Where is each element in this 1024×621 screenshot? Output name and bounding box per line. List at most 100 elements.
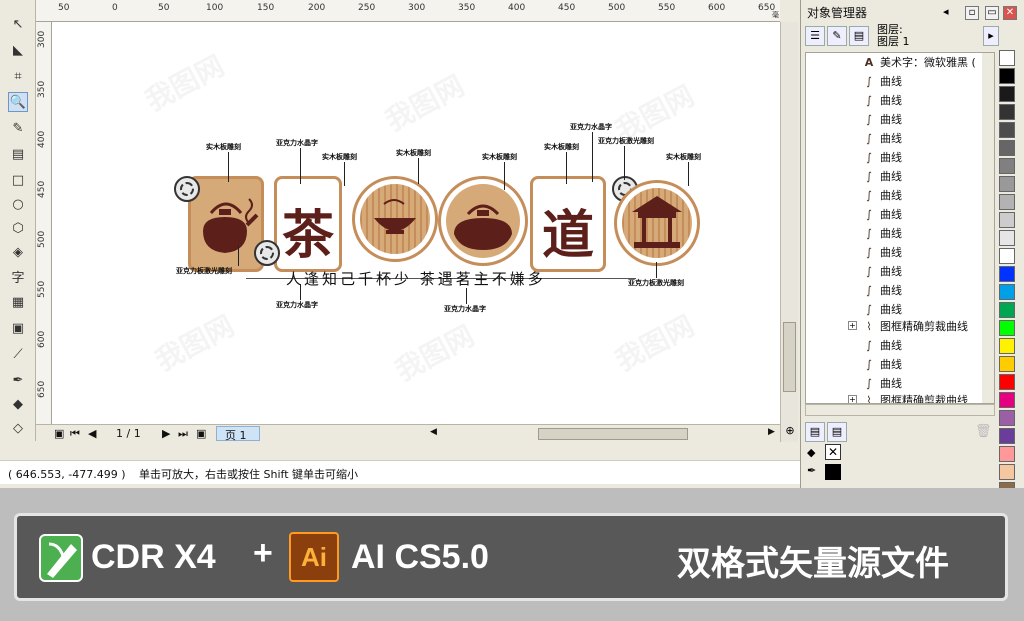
outline-color-swatch[interactable] — [825, 464, 841, 480]
interactive-fill-tool-icon[interactable]: ◇ — [8, 418, 28, 438]
palette-swatch[interactable] — [999, 320, 1015, 336]
tree-item-curve[interactable]: ∫ 曲线 — [862, 91, 902, 109]
palette-swatch[interactable] — [999, 86, 1015, 102]
zoom-tool-icon[interactable]: 🔍 — [8, 92, 28, 112]
eyedropper-tool-icon[interactable]: ⟋ — [8, 344, 28, 364]
text-tool-icon[interactable]: 字 — [8, 266, 28, 286]
palette-swatch[interactable] — [999, 68, 1015, 84]
palette-swatch[interactable] — [999, 212, 1015, 228]
expand-toggle-icon[interactable]: + — [848, 321, 857, 330]
palette-swatch[interactable] — [999, 104, 1015, 120]
next-page-icon[interactable]: ▶ — [162, 427, 170, 440]
object-tree[interactable]: A 美术字：微软雅黑 ( ∫ 曲线 ∫ 曲线 ∫ 曲线 ∫ 曲线 ∫ 曲线 ∫ 曲线 ∫ 曲线 … — [805, 52, 995, 404]
palette-swatch[interactable] — [999, 356, 1015, 372]
watermark: 我图网 — [389, 319, 480, 388]
canvas-vertical-scrollbar[interactable] — [780, 22, 798, 442]
palette-swatch[interactable] — [999, 50, 1015, 66]
annotation-label: 亚克力板激光雕刻 — [598, 137, 654, 145]
tree-item-curve[interactable]: ∫ 曲线 — [862, 129, 902, 147]
palette-swatch[interactable] — [999, 176, 1015, 192]
layer-manager-view-icon[interactable]: ▤ — [849, 26, 869, 46]
delete-icon[interactable]: 🗑 — [975, 424, 992, 439]
navigator-corner-icon[interactable]: ⊕ — [780, 424, 800, 442]
scroll-left-icon[interactable]: ◀ — [430, 427, 437, 437]
palette-swatch[interactable] — [999, 302, 1015, 318]
docker-menu-icon[interactable]: ▸ — [983, 26, 999, 46]
tree-item-curve[interactable]: ∫ 曲线 — [862, 110, 902, 128]
new-layer-icon[interactable]: ▤ — [805, 422, 825, 442]
tree-item-label: 曲线 — [880, 377, 902, 390]
tree-item-curve[interactable]: ∫ 曲线 — [862, 167, 902, 185]
tree-vertical-scrollbar[interactable] — [982, 53, 994, 403]
tree-item-curve[interactable]: ∫ 曲线 — [862, 243, 902, 261]
docker-footer: ▤ ▤ 🗑 ◆ ✕ ✒ — [801, 420, 1024, 486]
palette-swatch[interactable] — [999, 248, 1015, 264]
palette-swatch[interactable] — [999, 140, 1015, 156]
tree-item-curve[interactable]: ∫ 曲线 — [862, 355, 902, 373]
ellipse-tool-icon[interactable]: ○ — [8, 194, 28, 214]
palette-swatch[interactable] — [999, 266, 1015, 282]
add-page-icon[interactable]: ▣ — [196, 427, 206, 440]
edit-across-layers-icon[interactable]: ✎ — [827, 26, 847, 46]
tree-item-curve[interactable]: ∫ 曲线 — [862, 281, 902, 299]
crop-tool-icon[interactable]: ⌗ — [8, 66, 28, 86]
fill-tool-icon[interactable]: ◆ — [8, 394, 28, 414]
annotation-label: 实木板雕刻 — [666, 153, 701, 161]
palette-swatch[interactable] — [999, 122, 1015, 138]
tree-item-powerclip[interactable]: ⌇ 图框精确剪裁曲线 — [862, 391, 968, 404]
tree-item-curve[interactable]: ∫ 曲线 — [862, 300, 902, 318]
ruler-tick: 150 — [257, 3, 275, 13]
page-options-icon[interactable]: ▣ — [54, 427, 64, 440]
tree-item-curve[interactable]: ∫ 曲线 — [862, 186, 902, 204]
basic-shapes-tool-icon[interactable]: ◈ — [8, 242, 28, 262]
first-page-icon[interactable]: ⏮ — [70, 427, 80, 441]
tree-item-powerclip[interactable]: ⌇ 图框精确剪裁曲线 — [862, 317, 968, 335]
palette-swatch[interactable] — [999, 194, 1015, 210]
show-properties-icon[interactable]: ☰ — [805, 26, 825, 46]
shape-tool-icon[interactable]: ◣ — [8, 40, 28, 60]
scrollbar-thumb[interactable] — [783, 322, 796, 392]
horizontal-scrollbar-thumb[interactable] — [538, 428, 688, 440]
interactive-blend-tool-icon[interactable]: ▣ — [8, 318, 28, 338]
smart-fill-tool-icon[interactable]: ▤ — [8, 144, 28, 164]
polygon-tool-icon[interactable]: ⬡ — [8, 218, 28, 238]
docker-restore-button[interactable]: ▭ — [985, 6, 999, 20]
palette-swatch[interactable] — [999, 392, 1015, 408]
curve-icon: ∫ — [866, 376, 872, 390]
drawing-canvas[interactable]: 我图网 我图网 我图网 我图网 我图网 我图网 茶 道 人逢知己千杯少 茶遇茗主… — [52, 22, 780, 424]
tree-item-text[interactable]: A 美术字：微软雅黑 ( — [862, 53, 976, 71]
table-tool-icon[interactable]: ▦ — [8, 292, 28, 312]
prev-page-icon[interactable]: ◀ — [88, 427, 96, 440]
docker-collapse-icon[interactable]: ◂ — [943, 5, 949, 18]
palette-swatch[interactable] — [999, 158, 1015, 174]
tree-item-curve[interactable]: ∫ 曲线 — [862, 262, 902, 280]
scroll-right-icon[interactable]: ▶ — [768, 427, 775, 437]
tree-item-curve[interactable]: ∫ 曲线 — [862, 224, 902, 242]
palette-swatch[interactable] — [999, 284, 1015, 300]
tree-item-label: 曲线 — [880, 358, 902, 371]
tree-item-curve[interactable]: ∫ 曲线 — [862, 148, 902, 166]
last-page-icon[interactable]: ⏭ — [178, 427, 188, 441]
page-tab[interactable]: 页 1 — [216, 426, 260, 442]
way-character: 道 — [541, 205, 594, 266]
freehand-tool-icon[interactable]: ✎ — [8, 118, 28, 138]
tree-item-label: 图框精确剪裁曲线 — [880, 320, 968, 333]
tree-item-curve[interactable]: ∫ 曲线 — [862, 374, 902, 392]
docker-close-button[interactable]: ✕ — [1003, 6, 1017, 20]
outline-tool-icon[interactable]: ✒ — [8, 370, 28, 390]
no-fill-swatch[interactable]: ✕ — [825, 444, 841, 460]
rectangle-tool-icon[interactable]: □ — [8, 170, 28, 190]
expand-toggle-icon[interactable]: + — [848, 395, 857, 403]
curve-icon: ∫ — [866, 150, 872, 164]
tree-item-curve[interactable]: ∫ 曲线 — [862, 336, 902, 354]
tree-item-curve[interactable]: ∫ 曲线 — [862, 72, 902, 90]
palette-swatch[interactable] — [999, 374, 1015, 390]
palette-swatch[interactable] — [999, 338, 1015, 354]
tree-item-curve[interactable]: ∫ 曲线 — [862, 205, 902, 223]
tree-horizontal-scrollbar[interactable] — [805, 404, 995, 416]
new-master-layer-icon[interactable]: ▤ — [827, 422, 847, 442]
pick-tool-icon[interactable]: ↖ — [8, 14, 28, 34]
docker-minimize-button[interactable]: ▫ — [965, 6, 979, 20]
palette-swatch[interactable] — [999, 230, 1015, 246]
annotation-leader — [566, 152, 567, 184]
